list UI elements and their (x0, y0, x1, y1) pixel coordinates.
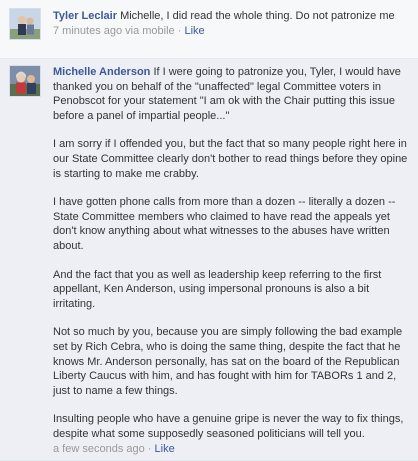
comment-paragraph: Insulting people who have a genuine grip… (53, 413, 404, 440)
comment-paragraph: I have gotten phone calls from more than… (53, 196, 396, 252)
meta-separator: · (174, 25, 185, 37)
comment-paragraph: Michelle Anderson If I were going to pat… (53, 65, 410, 123)
comment-paragraph: I am sorry if I offended you, but the fa… (53, 138, 408, 180)
avatar-photo-icon (10, 66, 40, 96)
comment-text-line: Tyler Leclair Michelle, I did read the w… (53, 9, 410, 23)
comment-author-link[interactable]: Michelle Anderson (53, 66, 150, 78)
like-link[interactable]: Like (184, 25, 204, 37)
avatar[interactable] (9, 65, 41, 97)
comment-michelle-anderson: Michelle Anderson If I were going to pat… (0, 59, 418, 461)
comment-body: Michelle Anderson If I were going to pat… (53, 65, 410, 456)
comment-author-link[interactable]: Tyler Leclair (53, 10, 117, 22)
meta-separator: · (144, 443, 155, 456)
comment-paragraph: And the fact that you as well as leaders… (53, 268, 382, 310)
comment-body: Tyler Leclair Michelle, I did read the w… (53, 9, 410, 38)
comment-timestamp: a few seconds ago (53, 443, 145, 456)
comment-text: Michelle, I did read the whole thing. Do… (120, 10, 395, 22)
avatar-photo-icon (10, 9, 40, 39)
avatar[interactable] (9, 8, 41, 40)
like-link[interactable]: Like (155, 443, 175, 455)
comment-meta: 7 minutes ago via mobile · Like (53, 24, 410, 38)
comment-timestamp: 7 minutes ago via mobile (53, 25, 175, 37)
comment-meta: a few seconds ago · Like (53, 442, 410, 456)
comment-paragraph: Not so much by you, because you are simp… (53, 326, 403, 397)
comment-tyler-leclair: Tyler Leclair Michelle, I did read the w… (0, 0, 418, 59)
